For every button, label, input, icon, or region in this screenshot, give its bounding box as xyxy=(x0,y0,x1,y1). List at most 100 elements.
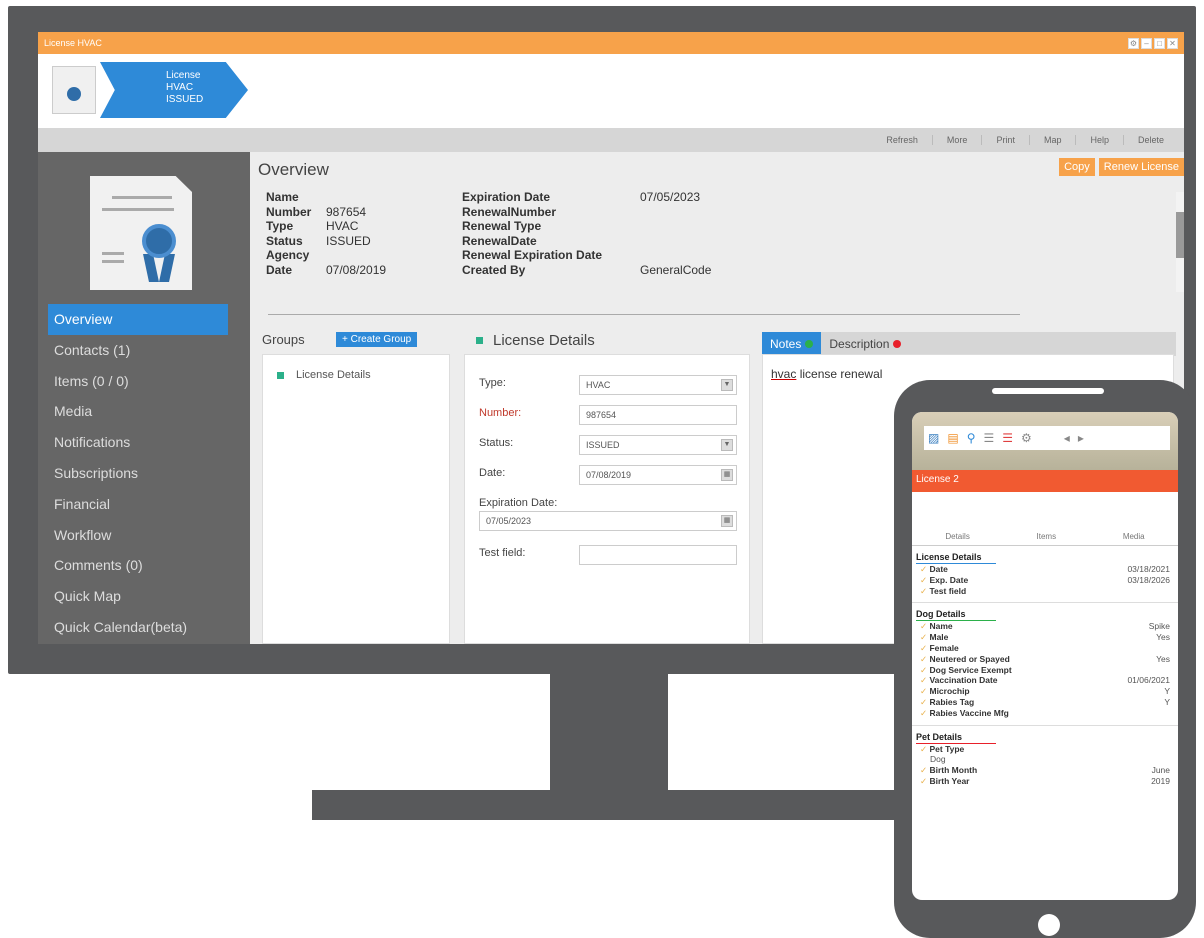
sidebar-item-workflow[interactable]: Workflow xyxy=(48,520,228,551)
breadcrumb-type: HVAC xyxy=(166,82,194,93)
back-icon[interactable]: ◂ xyxy=(1064,431,1070,445)
type-select-value: HVAC xyxy=(586,380,611,390)
phone-row: Female xyxy=(912,643,1178,654)
phone-tab-details[interactable]: Details xyxy=(945,532,969,545)
test-field-input[interactable] xyxy=(579,545,737,565)
field-label: Date xyxy=(266,262,293,277)
field-value: 987654 xyxy=(326,204,367,219)
overview-left-fields: Name Number 987654 Type HVAC Status ISSUED … xyxy=(266,190,386,278)
sidebar-item-items[interactable]: Items (0 / 0) xyxy=(48,366,228,397)
section-title: Pet Details xyxy=(916,731,963,742)
map-button[interactable]: Map xyxy=(1028,135,1076,145)
group-item-license-details[interactable]: License Details xyxy=(277,369,371,381)
maximize-icon[interactable]: □ xyxy=(1154,37,1165,49)
phone-row: Pet Type xyxy=(912,744,1178,755)
status-dot-icon xyxy=(893,340,902,348)
phone-row: Male Yes xyxy=(912,632,1178,643)
phone-row: Exp. Date 03/18/2026 xyxy=(912,575,1178,586)
toolbar: Refresh More Print Map Help Delete xyxy=(38,128,1184,152)
search-icon[interactable]: ⚲ xyxy=(967,431,976,445)
settings-icon[interactable]: ⚙ xyxy=(1128,37,1139,49)
breadcrumb[interactable]: License HVAC ISSUED xyxy=(100,62,248,118)
row-key: Female xyxy=(920,643,958,654)
field-value: 07/05/2023 xyxy=(640,190,701,204)
expiration-date-input[interactable]: 07/05/2023 ▦ xyxy=(479,511,737,531)
more-button[interactable]: More xyxy=(931,135,982,145)
sidebar-item-overview[interactable]: Overview xyxy=(48,304,228,335)
phone-tabs: Details Items Media xyxy=(912,532,1178,546)
page-title: Overview xyxy=(258,160,329,179)
minimize-icon[interactable]: – xyxy=(1141,37,1152,49)
breadcrumb-module: License xyxy=(166,70,201,81)
refresh-button[interactable]: Refresh xyxy=(872,135,932,145)
type-select[interactable]: HVAC ▼ xyxy=(579,375,737,395)
sidebar-item-financial[interactable]: Financial xyxy=(48,489,228,520)
field-label: Name xyxy=(266,190,299,204)
phone-row: Microchip Y xyxy=(912,686,1178,697)
expiration-date-label: Expiration Date: xyxy=(479,497,558,509)
forward-icon[interactable]: ▸ xyxy=(1078,431,1084,445)
row-key: Birth Year xyxy=(920,776,969,787)
sidebar-item-subscriptions[interactable]: Subscriptions xyxy=(48,458,228,489)
row-value: Yes xyxy=(1156,653,1170,664)
breadcrumb-status: ISSUED xyxy=(166,94,204,105)
print-button[interactable]: Print xyxy=(981,135,1029,145)
row-key: Neutered or Spayed xyxy=(920,654,1009,665)
row-key: Exp. Date xyxy=(920,575,968,586)
notes-tabs: Notes Description xyxy=(762,332,1176,356)
phone-row: Vaccination Date 01/06/2021 xyxy=(912,675,1178,686)
certificate-icon xyxy=(90,176,192,290)
list-icon[interactable]: ☰ xyxy=(983,431,994,445)
phone-row: Rabies Vaccine Mfg xyxy=(912,708,1178,719)
field-label: Renewal Expiration Date xyxy=(462,248,603,263)
delete-button[interactable]: Delete xyxy=(1122,135,1178,145)
status-select-value: ISSUED xyxy=(586,440,620,450)
copy-button[interactable]: Copy xyxy=(1059,158,1095,176)
sidebar-item-contacts[interactable]: Contacts (1) xyxy=(48,335,228,366)
tab-description[interactable]: Description xyxy=(821,332,909,356)
sidebar-item-media[interactable]: Media xyxy=(48,396,228,427)
phone-row: Name Spike xyxy=(912,621,1178,632)
field-label: RenewalDate xyxy=(462,233,537,248)
overview-right-fields: Expiration Date 07/05/2023 RenewalNumber … xyxy=(462,190,711,278)
sidebar-item-quick-calendar[interactable]: Quick Calendar(beta) xyxy=(48,612,228,643)
phone-row: Test field xyxy=(912,586,1178,597)
form-icon[interactable]: ☰ xyxy=(1002,431,1013,445)
test-field-label: Test field: xyxy=(479,547,526,559)
help-button[interactable]: Help xyxy=(1075,135,1123,145)
license-details-header: License Details xyxy=(476,332,595,349)
field-value: GeneralCode xyxy=(640,262,712,277)
calendar-icon[interactable]: ▦ xyxy=(721,515,733,527)
monitor-base xyxy=(312,790,912,820)
close-icon[interactable]: ✕ xyxy=(1167,37,1178,49)
field-label: Renewal Type xyxy=(462,219,542,234)
tab-notes[interactable]: Notes xyxy=(762,332,822,356)
sidebar-item-comments[interactable]: Comments (0) xyxy=(48,550,228,581)
section-title: Dog Details xyxy=(916,609,966,620)
renew-license-button[interactable]: Renew License xyxy=(1098,158,1184,176)
calendar-icon[interactable]: ▦ xyxy=(721,469,733,481)
calendar-icon[interactable]: ▤ xyxy=(947,431,958,445)
status-select[interactable]: ISSUED ▼ xyxy=(579,435,737,455)
action-buttons: Copy Renew License xyxy=(1059,158,1184,176)
phone-title-bar: License 2 xyxy=(912,470,1178,492)
sidebar: Overview Contacts (1) Items (0 / 0) Medi… xyxy=(38,152,250,644)
overview-scrollbar[interactable] xyxy=(1176,192,1184,292)
map-icon[interactable]: ▨ xyxy=(928,431,939,445)
sidebar-item-quick-map[interactable]: Quick Map xyxy=(48,581,228,612)
home-button[interactable] xyxy=(1038,914,1060,936)
row-value: Y xyxy=(1164,686,1170,697)
phone-row: Rabies Tag Y xyxy=(912,697,1178,708)
date-input[interactable]: 07/08/2019 ▦ xyxy=(579,465,737,485)
group-item-label: License Details xyxy=(296,369,371,381)
tab-notes-label: Notes xyxy=(770,337,802,351)
phone-section-header: License Details xyxy=(916,552,1178,564)
plus-icon: + xyxy=(342,334,351,345)
phone-tab-items[interactable]: Items xyxy=(1037,532,1057,545)
gear-icon[interactable]: ⚙ xyxy=(1021,431,1032,445)
phone-section-header: Pet Details xyxy=(916,732,1178,744)
sidebar-item-notifications[interactable]: Notifications xyxy=(48,427,228,458)
number-input[interactable]: 987654 xyxy=(579,405,737,425)
phone-tab-media[interactable]: Media xyxy=(1123,532,1145,545)
create-group-button[interactable]: + Create Group xyxy=(336,332,418,347)
